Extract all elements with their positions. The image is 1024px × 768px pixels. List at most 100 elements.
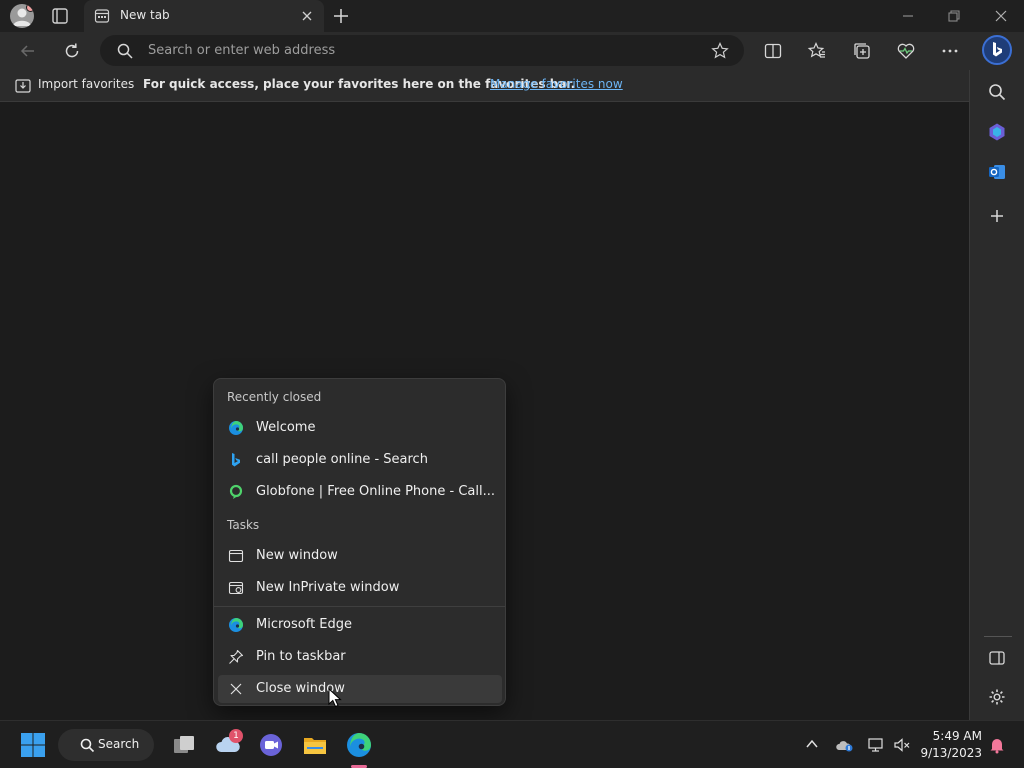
search-icon xyxy=(80,738,95,753)
window-icon xyxy=(228,548,244,564)
bell-icon xyxy=(990,739,1004,754)
new-tab-icon xyxy=(94,8,110,24)
sidebar-panel-icon xyxy=(989,651,1005,665)
teams-chat-button[interactable] xyxy=(257,731,285,759)
favorites-button[interactable] xyxy=(807,41,827,61)
taskbar-clock-time[interactable]: 5:49 AM xyxy=(930,729,982,743)
edge-sidebar xyxy=(969,70,1024,720)
taskbar-jump-list: Recently closed Welcome call people onli… xyxy=(213,378,506,706)
onedrive-tray-button[interactable] xyxy=(836,736,854,754)
search-icon xyxy=(989,84,1006,101)
add-favorite-button[interactable] xyxy=(710,41,730,61)
jumplist-item-label: Microsoft Edge xyxy=(256,617,353,632)
jumplist-close-window[interactable]: Close window xyxy=(218,675,502,703)
collections-icon xyxy=(854,43,870,59)
minimize-icon xyxy=(903,15,913,17)
jumplist-item-label: New InPrivate window xyxy=(256,580,400,595)
onedrive-cloud-icon xyxy=(836,741,853,752)
collections-button[interactable] xyxy=(852,41,872,61)
tab-title: New tab xyxy=(120,8,170,22)
refresh-button[interactable] xyxy=(62,41,82,61)
manage-favorites-link[interactable]: Manage favorites now xyxy=(490,77,623,91)
task-view-button[interactable] xyxy=(170,731,198,759)
jumplist-divider xyxy=(214,606,505,607)
edge-taskbar-button[interactable] xyxy=(345,731,373,759)
file-explorer-button[interactable] xyxy=(301,731,329,759)
taskbar-clock-date[interactable]: 9/13/2023 xyxy=(920,746,982,760)
jumplist-item-label: Globfone | Free Online Phone - Call... xyxy=(256,484,495,499)
close-tab-button[interactable] xyxy=(300,9,314,23)
import-favorites-icon[interactable] xyxy=(14,77,32,95)
jumplist-new-inprivate-window[interactable]: New InPrivate window xyxy=(218,574,502,602)
jumplist-new-window[interactable]: New window xyxy=(218,542,502,570)
close-icon xyxy=(302,11,312,21)
restore-button[interactable] xyxy=(947,9,961,23)
jumplist-pin-to-taskbar[interactable]: Pin to taskbar xyxy=(218,643,502,671)
hide-sidebar-button[interactable] xyxy=(987,648,1007,668)
bing-icon xyxy=(993,42,1002,57)
notifications-button[interactable] xyxy=(988,736,1006,754)
mouse-cursor-icon xyxy=(328,688,342,708)
import-favorites-button[interactable]: Import favorites xyxy=(38,77,134,91)
jumplist-item-globfone[interactable]: Globfone | Free Online Phone - Call... xyxy=(218,478,502,506)
tab-actions-icon xyxy=(52,8,68,24)
edge-icon xyxy=(228,617,244,633)
volume-tray-button[interactable] xyxy=(893,736,911,754)
recently-closed-header: Recently closed xyxy=(227,390,322,404)
tasks-header: Tasks xyxy=(227,518,260,532)
refresh-icon xyxy=(65,43,79,58)
jumplist-item-label: Pin to taskbar xyxy=(256,649,346,664)
address-placeholder: Search or enter web address xyxy=(148,43,336,58)
copilot-button[interactable] xyxy=(982,35,1012,65)
split-screen-icon xyxy=(764,43,782,59)
sidebar-search-button[interactable] xyxy=(987,82,1007,102)
windows-taskbar: Search 1 5:49 AM 9/13/2023 xyxy=(0,720,1024,768)
network-tray-button[interactable] xyxy=(867,736,885,754)
sidebar-divider xyxy=(984,636,1012,637)
show-hidden-icons-button[interactable] xyxy=(805,737,819,751)
close-window-button[interactable] xyxy=(994,9,1008,23)
browser-essentials-button[interactable] xyxy=(896,41,916,61)
jumplist-item-label: New window xyxy=(256,548,338,563)
jumplist-item-bing-search[interactable]: call people online - Search xyxy=(218,446,502,474)
gear-icon xyxy=(989,689,1005,705)
favorites-star-icon xyxy=(807,42,825,58)
volume-muted-icon xyxy=(894,738,910,752)
outlook-icon xyxy=(989,165,1005,179)
sidebar-outlook-button[interactable] xyxy=(987,162,1007,182)
split-screen-button[interactable] xyxy=(763,41,783,61)
start-button[interactable] xyxy=(19,731,47,759)
jumplist-item-welcome[interactable]: Welcome xyxy=(218,414,502,442)
address-bar[interactable]: Search or enter web address xyxy=(100,35,744,66)
settings-and-more-button[interactable] xyxy=(940,41,960,61)
copilot-icon xyxy=(989,123,1005,141)
back-button[interactable] xyxy=(18,41,38,61)
sidebar-add-button[interactable] xyxy=(987,206,1007,226)
chevron-up-icon xyxy=(806,739,818,748)
tab-new-tab[interactable]: New tab xyxy=(84,0,324,32)
edge-icon xyxy=(347,733,371,757)
star-icon xyxy=(711,42,729,59)
tab-actions-button[interactable] xyxy=(50,6,70,26)
profile-avatar[interactable] xyxy=(10,4,34,28)
plus-icon xyxy=(334,9,348,23)
new-tab-button[interactable] xyxy=(332,7,350,25)
jumplist-microsoft-edge[interactable]: Microsoft Edge xyxy=(218,611,502,639)
jumplist-item-label: call people online - Search xyxy=(256,452,428,467)
pin-icon xyxy=(228,649,244,665)
sidebar-settings-button[interactable] xyxy=(987,687,1007,707)
globfone-icon xyxy=(228,484,244,500)
profile-notification-dot xyxy=(26,4,34,12)
minimize-button[interactable] xyxy=(901,9,915,23)
taskbar-search-label: Search xyxy=(98,737,140,751)
weather-notification-badge: 1 xyxy=(229,729,243,743)
taskbar-search[interactable]: Search xyxy=(58,729,154,761)
navigation-toolbar: Search or enter web address xyxy=(0,32,1024,70)
jumplist-item-label: Welcome xyxy=(256,420,316,435)
search-icon xyxy=(116,42,134,60)
edge-icon xyxy=(228,420,244,436)
title-bar: New tab xyxy=(0,0,1024,32)
back-arrow-icon xyxy=(20,45,34,57)
sidebar-copilot-button[interactable] xyxy=(987,122,1007,142)
network-monitor-icon xyxy=(868,738,883,752)
